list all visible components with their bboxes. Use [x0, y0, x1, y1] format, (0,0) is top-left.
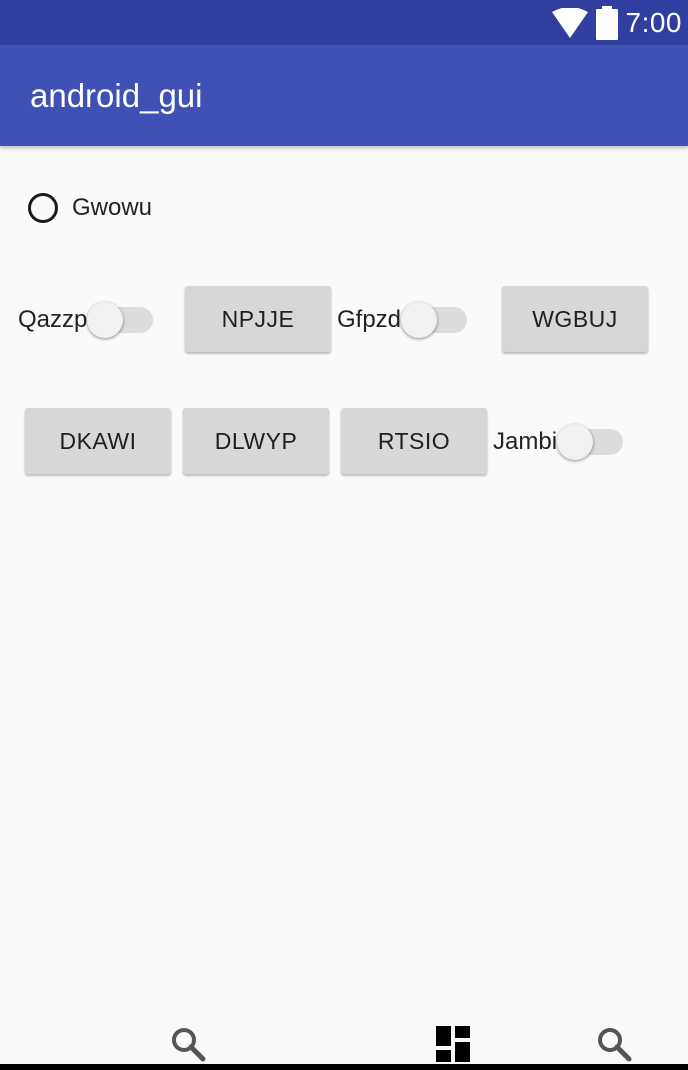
wifi-icon [551, 7, 588, 38]
switch-jambi[interactable]: Jambi [493, 422, 624, 462]
app-bar: android_gui [0, 45, 688, 146]
bottom-nav-bar [0, 1010, 688, 1070]
switch-toggle[interactable] [87, 300, 154, 340]
switch-thumb [557, 424, 594, 460]
status-bar: 7:00 [0, 0, 688, 45]
search-icon[interactable] [170, 1026, 206, 1062]
switch-label: Gfpzd [337, 306, 402, 333]
switch-thumb [401, 302, 438, 338]
dashboard-icon[interactable] [436, 1026, 472, 1062]
rtsio-button[interactable]: RTSIO [341, 408, 487, 474]
battery-icon [595, 5, 618, 40]
status-icons: 7:00 [551, 0, 683, 45]
switch-label: Jambi [493, 428, 558, 455]
dlwyp-button[interactable]: DLWYP [183, 408, 329, 474]
switch-toggle[interactable] [401, 300, 468, 340]
clock: 7:00 [625, 6, 682, 38]
search-icon[interactable] [596, 1026, 632, 1062]
radio-circle[interactable] [28, 193, 58, 223]
radio-label: Gwowu [72, 194, 153, 221]
nav-bar-bottom-edge [0, 1064, 688, 1070]
npjje-button[interactable]: NPJJE [185, 286, 331, 352]
dkawi-button[interactable]: DKAWI [25, 408, 171, 474]
radio-gwowu[interactable]: Gwowu [28, 193, 152, 223]
app-title: android_gui [30, 77, 203, 114]
switch-label: Qazzp [18, 306, 88, 333]
switch-qazzp[interactable]: Qazzp [18, 300, 154, 340]
switch-toggle[interactable] [557, 422, 624, 462]
wgbuj-button[interactable]: WGBUJ [502, 286, 648, 352]
switch-gfpzd[interactable]: Gfpzd [337, 300, 468, 340]
